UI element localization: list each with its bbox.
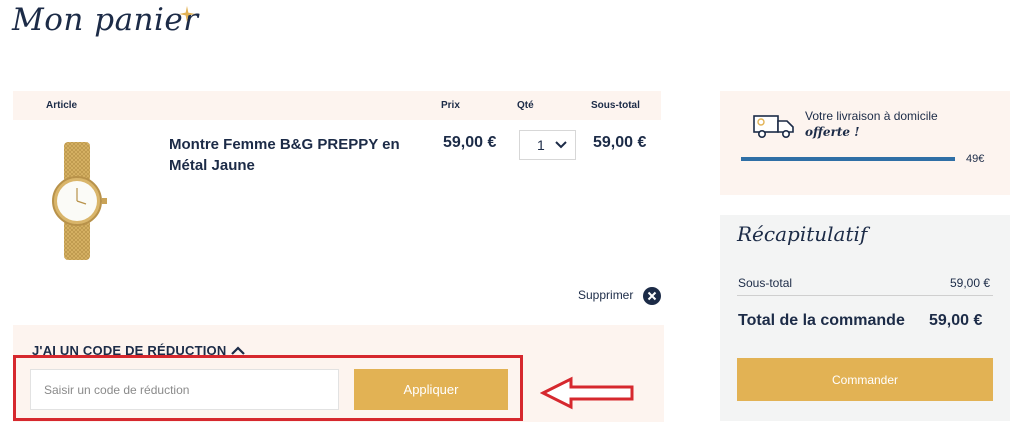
product-price: 59,00 € <box>443 134 497 151</box>
header-qty: Qté <box>517 100 534 111</box>
order-button[interactable]: Commander <box>737 358 993 401</box>
summary-total-value: 59,00 € <box>929 312 983 329</box>
summary-total-label: Total de la commande <box>738 312 905 329</box>
delivery-truck-icon <box>753 115 794 138</box>
header-article: Article <box>46 100 78 111</box>
product-name[interactable]: Montre Femme B&G PREPPY en Métal Jaune <box>169 134 419 176</box>
red-arrow-icon <box>540 376 634 410</box>
quantity-select[interactable]: 1 <box>519 130 576 160</box>
cart-table-header: Article Prix Qté Sous-total <box>13 91 661 120</box>
summary-divider <box>737 295 993 296</box>
header-price: Prix <box>441 100 460 111</box>
summary-subtotal-label: Sous-total <box>738 276 793 290</box>
delivery-threshold: 49€ <box>966 153 985 165</box>
delivery-free-label: offerte ! <box>805 125 860 139</box>
product-subtotal: 59,00 € <box>593 134 647 151</box>
summary-subtotal-value: 59,00 € <box>950 276 991 290</box>
delivery-progress-fill <box>741 157 955 161</box>
page-title: Mon panier <box>12 2 199 38</box>
remove-item-link[interactable]: Supprimer <box>578 288 633 302</box>
header-subtotal: Sous-total <box>591 100 640 111</box>
close-circle-icon[interactable] <box>643 287 661 305</box>
quantity-value: 1 <box>537 137 545 153</box>
star-icon <box>178 5 196 23</box>
delivery-info-box <box>720 91 1010 195</box>
summary-title: Récapitulatif <box>737 222 868 246</box>
product-image[interactable] <box>40 138 115 263</box>
delivery-progress-bar <box>741 157 955 161</box>
delivery-text: Votre livraison à domicile <box>805 109 938 123</box>
chevron-down-icon <box>555 141 567 149</box>
highlight-frame <box>13 355 523 421</box>
